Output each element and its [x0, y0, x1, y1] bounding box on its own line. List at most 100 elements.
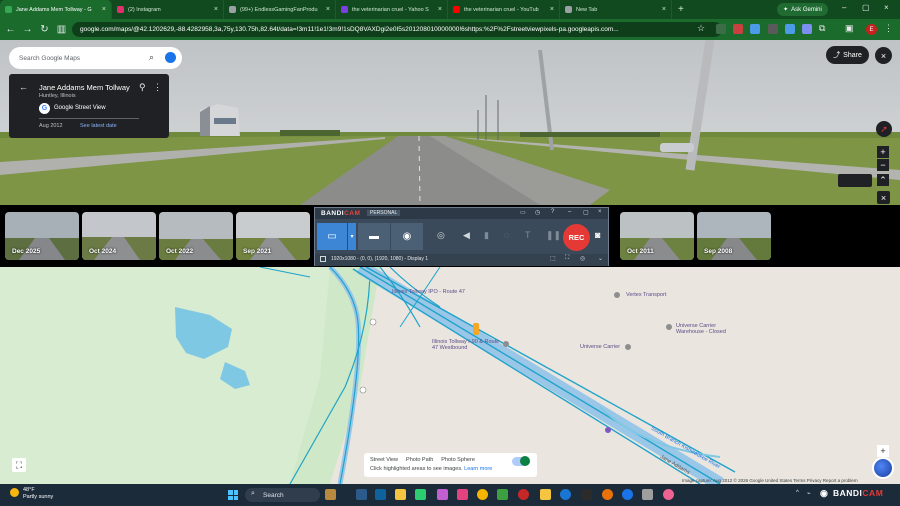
zoom-in-button[interactable]: + [877, 146, 889, 158]
taskbar-app-icon[interactable] [375, 489, 386, 500]
task-view-icon[interactable] [356, 489, 367, 500]
clock-icon[interactable]: ◷ [535, 209, 540, 216]
broadcast-icon[interactable]: ◎ [580, 255, 585, 262]
tab-youtube[interactable]: the veterinarian cruel - YouTub × [448, 0, 560, 19]
map-label[interactable]: Universe Carrier Warehouse - Closed [676, 323, 736, 335]
taskbar-app-icon[interactable] [663, 489, 674, 500]
forward-arrow-icon[interactable]: → [19, 24, 36, 35]
new-tab-button[interactable]: + [678, 4, 684, 15]
fullscreen-icon[interactable]: ⛶ [565, 255, 569, 262]
timeline-thumbnail[interactable]: Oct 2024 [82, 212, 156, 260]
expand-timeline-icon[interactable]: ⌃ [877, 174, 889, 186]
taskbar-search[interactable]: ⌕ Search [245, 488, 320, 502]
webcam-icon[interactable]: ◎ [437, 230, 445, 241]
close-tab-icon[interactable]: × [326, 6, 330, 13]
game-mode-button[interactable]: ◉ [391, 223, 423, 250]
chevron-down-icon[interactable]: ⌄ [598, 255, 603, 262]
mouse-icon[interactable]: ◌ [504, 230, 509, 240]
pause-icon[interactable]: ❚❚ [546, 230, 561, 241]
taskbar-app-icon[interactable] [457, 489, 468, 500]
reload-icon[interactable]: ↻ [36, 24, 53, 35]
close-icon[interactable]: × [598, 209, 602, 215]
puzzle-extensions-icon[interactable]: ⧉ [819, 23, 829, 33]
map-zoom-in-button[interactable]: + [877, 445, 889, 457]
zoom-out-button[interactable]: − [877, 159, 889, 171]
tab-new-tab[interactable]: New Tab × [560, 0, 672, 19]
tab-endless-gaming[interactable]: (99+) EndlessGamingFanProdu × [224, 0, 336, 19]
chrome-profile-icon[interactable] [622, 489, 633, 500]
tab-google-maps[interactable]: Jane Addams Mem Tollway - G × [0, 0, 112, 19]
address-bar[interactable]: google.com/maps/@42.1202629,-88.4282958,… [72, 22, 722, 37]
map-label[interactable]: Vertex Transport [626, 292, 666, 298]
extension-icon[interactable] [750, 24, 760, 34]
search-input[interactable]: Search Google Maps [19, 55, 80, 62]
close-street-view-button[interactable]: × [875, 47, 892, 64]
back-arrow-icon[interactable]: ← [19, 82, 28, 92]
learn-more-link[interactable]: Learn more [464, 466, 492, 472]
region-select-icon[interactable]: ⬚ [550, 255, 556, 262]
back-arrow-icon[interactable]: ← [2, 24, 19, 35]
screen-mode-button[interactable]: ▭ [317, 223, 347, 250]
share-button[interactable]: ⤴ Share [826, 46, 869, 64]
speaker-icon[interactable]: ◀ [463, 230, 470, 241]
tray-chevron-icon[interactable]: ^ [796, 490, 799, 496]
extension-icon[interactable] [733, 24, 743, 34]
close-timeline-button[interactable]: × [877, 191, 890, 204]
bandicam-taskbar-icon[interactable] [518, 489, 529, 500]
close-tab-icon[interactable]: × [214, 6, 218, 13]
help-icon[interactable]: ? [551, 209, 554, 215]
folder-icon[interactable]: ▭ [520, 209, 526, 216]
camera-capture-icon[interactable]: ◙ [595, 230, 600, 240]
profile-avatar[interactable]: E [866, 24, 877, 35]
compass-icon[interactable]: ➚ [876, 121, 892, 137]
close-tab-icon[interactable]: × [438, 6, 442, 13]
close-window-icon[interactable]: × [884, 3, 889, 12]
bandicam-window[interactable]: BANDICAM PERSONAL ▭ ◷ ? – ▢ × ▭ ▾ ▬ ◉ ◎ … [314, 207, 609, 266]
close-tab-icon[interactable]: × [102, 6, 106, 13]
search-box[interactable]: Search Google Maps ⌕ [9, 47, 182, 69]
search-icon[interactable]: ⌕ [149, 52, 154, 63]
map-canvas[interactable]: Illinois Tollway IPO - Route 47 Vertex T… [0, 267, 900, 484]
maximize-icon[interactable]: ▢ [583, 209, 589, 216]
microphone-icon[interactable]: ▮ [484, 230, 489, 241]
taskbar-app-icon[interactable] [642, 489, 653, 500]
timeline-thumbnail[interactable]: Dec 2025 [5, 212, 79, 260]
network-icon[interactable]: ⌁ [807, 490, 811, 497]
map-label[interactable]: Illinois Tollway I-90 & Route 47 Westbou… [432, 339, 502, 351]
browser-menu-icon[interactable]: ⋮ [884, 23, 894, 33]
tab-search-icon[interactable]: ▥ [53, 24, 70, 35]
map-label[interactable]: Illinois Tollway IPO - Route 47 [392, 289, 465, 295]
taskbar-app-icon[interactable] [581, 489, 592, 500]
close-tab-icon[interactable]: × [662, 6, 666, 13]
hdmi-mode-button[interactable]: ▬ [358, 223, 390, 250]
timeline-thumbnail[interactable]: Oct 2022 [159, 212, 233, 260]
timeline-thumbnail[interactable]: Sep 2021 [236, 212, 310, 260]
timeline-thumbnail[interactable]: Sep 2008 [697, 212, 771, 260]
map-pin-icon[interactable]: ⚲ [139, 82, 146, 93]
extension-icon[interactable] [768, 24, 778, 34]
taskbar-app-icon[interactable] [325, 489, 336, 500]
extension-icon[interactable] [785, 24, 795, 34]
ask-gemini-button[interactable]: ✦ Ask Gemini [777, 3, 828, 16]
street-view-layer-toggle[interactable] [512, 456, 530, 466]
directions-icon[interactable] [165, 52, 176, 63]
side-panel-icon[interactable]: ▣ [845, 23, 855, 33]
minimize-icon[interactable]: – [568, 209, 571, 215]
record-button[interactable]: REC [563, 224, 590, 251]
taskbar-app-icon[interactable] [415, 489, 426, 500]
extension-icon[interactable] [716, 24, 726, 34]
fullscreen-icon[interactable]: ⛶ [12, 458, 26, 472]
layers-button[interactable] [838, 174, 872, 187]
taskbar-app-icon[interactable] [437, 489, 448, 500]
timeline-thumbnail[interactable]: Oct 2011 [620, 212, 694, 260]
edge-icon[interactable] [560, 489, 571, 500]
chrome-icon[interactable] [477, 489, 488, 500]
bookmark-star-icon[interactable]: ☆ [697, 23, 707, 33]
windows-start-icon[interactable] [228, 490, 238, 500]
maximize-window-icon[interactable]: ▢ [862, 3, 870, 12]
text-icon[interactable]: T [525, 230, 531, 240]
taskbar-app-icon[interactable] [540, 489, 551, 500]
minimize-window-icon[interactable]: – [842, 3, 846, 12]
mode-dropdown-icon[interactable]: ▾ [348, 223, 356, 250]
map-label[interactable]: Universe Carrier [580, 344, 620, 350]
